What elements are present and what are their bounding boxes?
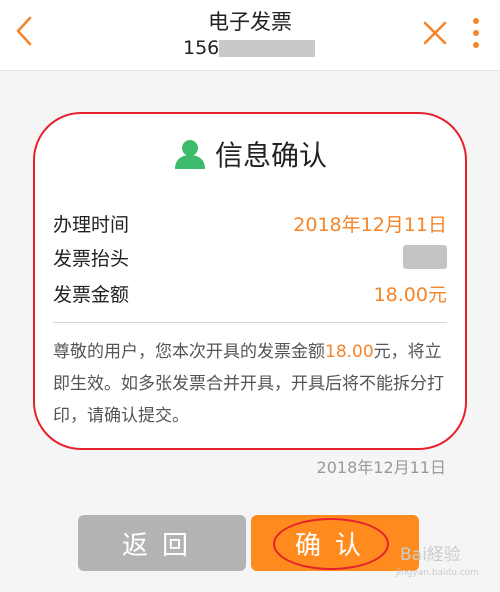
screen: { "header": { "title": "电子发票", "phone_pr… [0, 0, 500, 592]
value-handle-time: 2018年12月11日 [293, 214, 447, 236]
watermark-url: jingyan.baidu.com [396, 568, 480, 578]
info-confirm-card: 信息确认 办理时间 2018年12月11日 发票抬头 发票金额 18.00元 尊… [33, 112, 467, 450]
confirm-button[interactable]: 确认 [251, 515, 419, 571]
masked-phone-digits [219, 40, 315, 57]
notice-amount: 18.00 [325, 342, 374, 362]
value-invoice-title-masked [403, 245, 447, 269]
top-bar: 电子发票 156 [0, 0, 500, 71]
notice-text: 尊敬的用户，您本次开具的发票金额18.00元，将立即生效。如多张发票合并开具，开… [53, 336, 447, 432]
label-invoice-amount: 发票金额 [53, 284, 130, 306]
confirm-button-label: 确认 [294, 530, 375, 561]
more-vertical-icon[interactable] [470, 16, 482, 50]
value-invoice-amount: 18.00元 [373, 284, 447, 306]
card-heading: 信息确认 [35, 136, 465, 172]
label-handle-time: 办理时间 [53, 214, 130, 236]
label-invoice-title: 发票抬头 [53, 248, 130, 270]
footer-date: 2018年12月11日 [316, 458, 446, 477]
user-icon [174, 140, 205, 169]
phone-number: 156 [183, 37, 220, 59]
card-heading-text: 信息确认 [214, 139, 327, 172]
back-button[interactable]: 返回 [78, 515, 246, 571]
back-button-label: 返回 [121, 530, 202, 561]
watermark-text: Bai経验 [400, 545, 461, 565]
close-icon[interactable] [422, 20, 448, 46]
divider [53, 322, 447, 323]
notice-part-1: 尊敬的用户，您本次开具的发票金额 [53, 342, 325, 362]
